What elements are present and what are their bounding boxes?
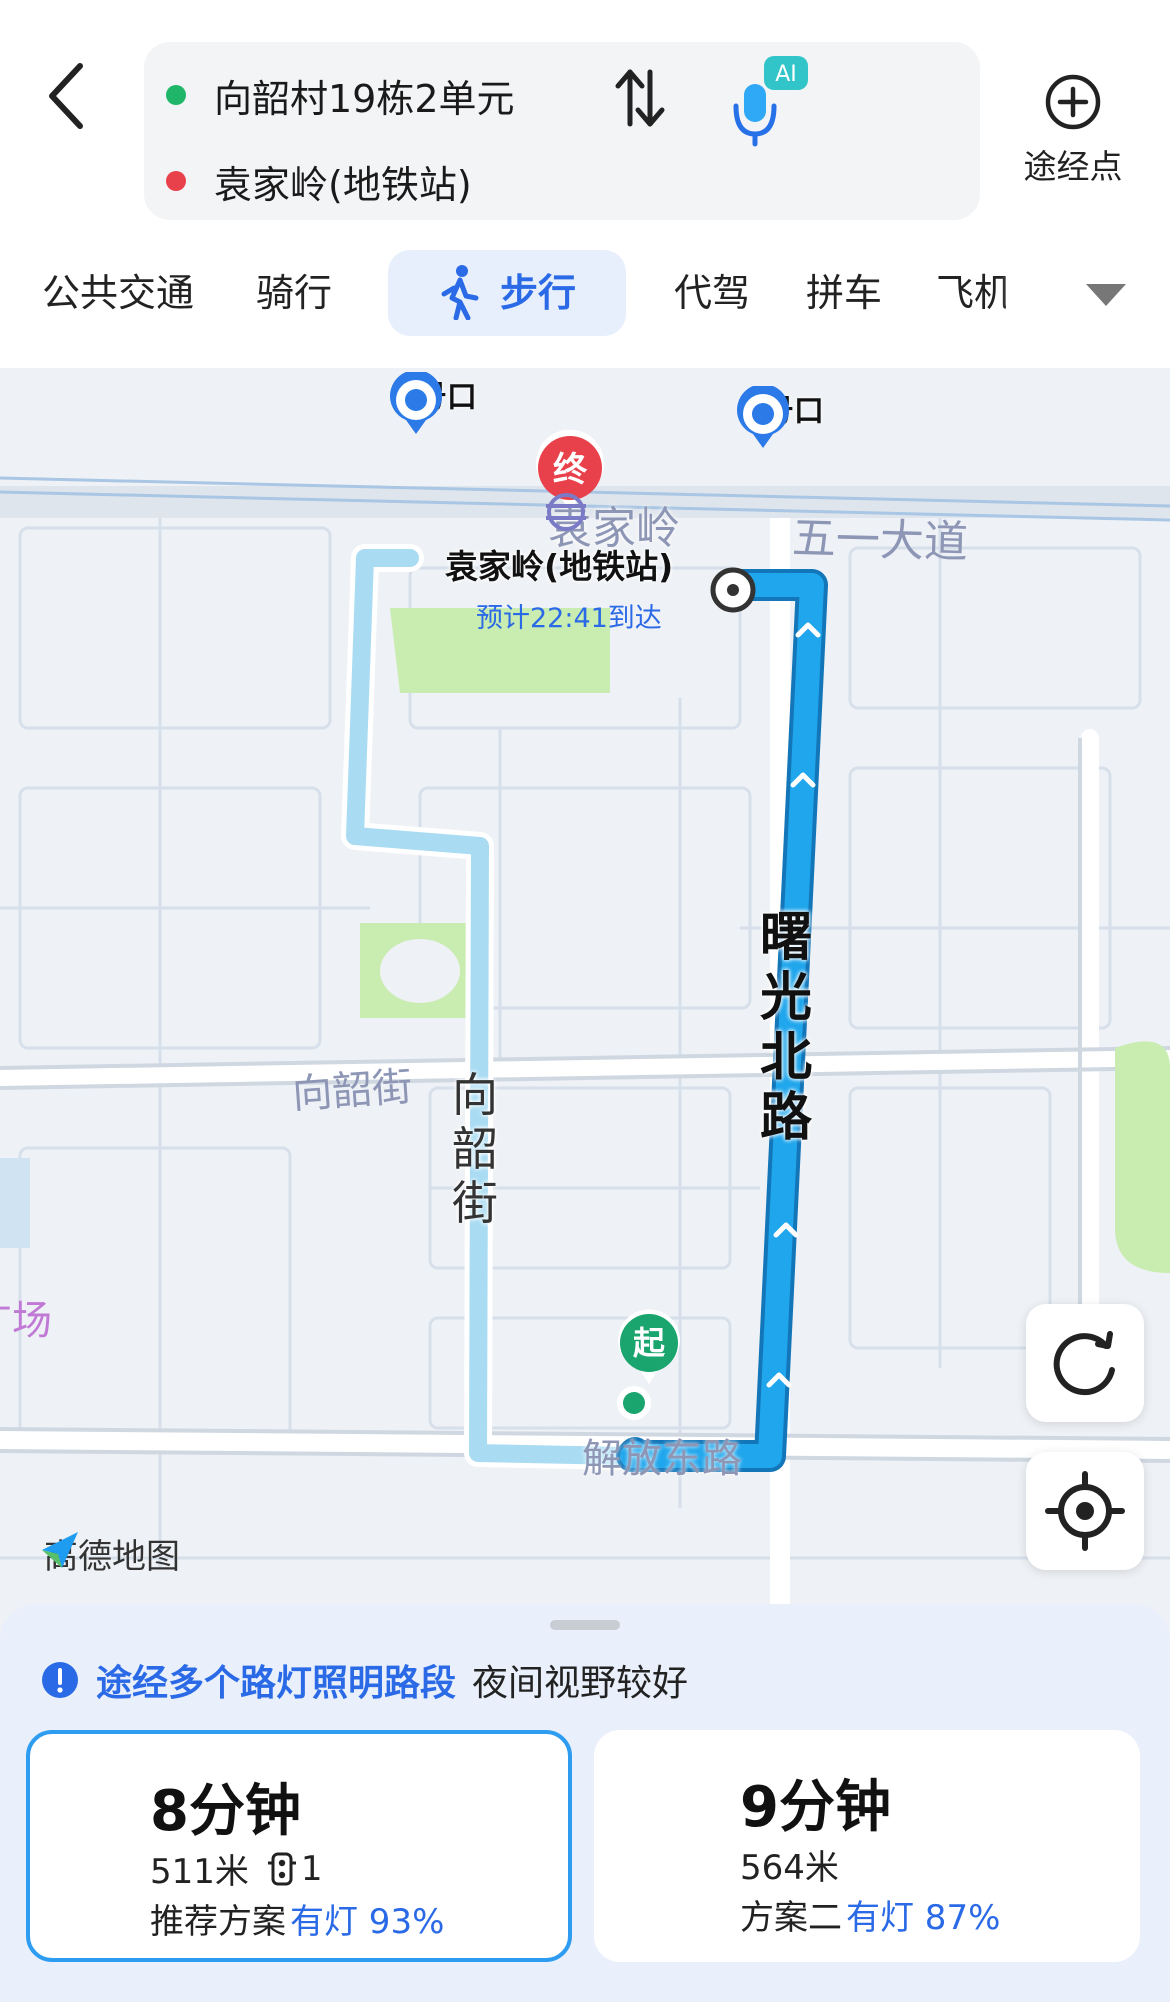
tab-fade [1000, 250, 1050, 336]
travel-mode-tabs: 公共交通 骑行 步行 代驾 拼车 飞机 [0, 250, 1170, 336]
eta-label: 预计22:41到达 [476, 603, 662, 634]
road-wuyi-label: 五一大道 [791, 512, 969, 569]
swap-vertical-icon [615, 69, 665, 127]
end-marker-text: 终 [553, 450, 587, 490]
destination-text: 袁家岭(地铁站) [214, 162, 472, 207]
traffic-light-icon [267, 1852, 296, 1885]
destination-dot [166, 171, 186, 191]
refresh-icon [1053, 1331, 1115, 1396]
crosshair-icon [1045, 1471, 1125, 1551]
address-box: 向韶村19栋2单元 袁家岭(地铁站) [144, 42, 980, 220]
origin-field[interactable]: 向韶村19栋2单元 [166, 60, 515, 130]
exit-4-marker[interactable]: 4号口 [388, 372, 477, 434]
route-2-plan: 方案二 有灯 87% [740, 1898, 1001, 1938]
tab-carpool[interactable]: 拼车 [806, 250, 882, 336]
ai-badge: AI [775, 62, 797, 87]
waypoint-label: 途经点 [1023, 147, 1123, 186]
poi-partial-label: 广场 [0, 1298, 52, 1344]
route-2-time: 9分钟 [740, 1775, 891, 1840]
route-1-details: 511米 1 [150, 1848, 323, 1893]
back-button[interactable] [40, 56, 100, 136]
walking-icon [441, 264, 479, 320]
route-option-1[interactable]: 8分钟 511米 1 推荐方案 有灯 93% [26, 1730, 572, 1962]
road-xiangshao-h-label: 向韶街 [290, 1063, 414, 1119]
route-2-lamp: 有灯 87% [846, 1898, 1001, 1938]
plus-circle-icon [1045, 74, 1101, 130]
route-1-plan: 推荐方案 有灯 93% [150, 1902, 445, 1942]
route-header: 向韶村19栋2单元 袁家岭(地铁站) AI 途经点 公共交通 骑行 步行 代驾 … [0, 0, 1170, 368]
amap-logo: 高德地图 [38, 1528, 180, 1578]
route-option-2[interactable]: 9分钟 564米 方案二 有灯 87% [594, 1730, 1140, 1962]
map-pin-icon [737, 386, 789, 448]
destination-field[interactable]: 袁家岭(地铁站) [166, 146, 472, 216]
exit-3-marker[interactable]: 3号口 [735, 386, 824, 448]
info-icon [42, 1662, 78, 1698]
tab-cycling[interactable]: 骑行 [256, 250, 332, 336]
microphone-icon: AI [733, 56, 808, 147]
locate-button[interactable] [1026, 1452, 1144, 1570]
route-1-lights: 1 [300, 1848, 323, 1889]
voice-ai-button[interactable]: AI [720, 48, 820, 148]
route-1-lamp: 有灯 93% [290, 1902, 445, 1942]
tab-walking[interactable]: 步行 [388, 250, 626, 336]
refresh-button[interactable] [1026, 1304, 1144, 1422]
amap-logo-icon [42, 1532, 78, 1568]
destination-map-label: 袁家岭(地铁站) [445, 547, 674, 586]
chevron-left-icon [49, 63, 83, 129]
map-pin-icon [390, 372, 442, 434]
road-shuguang-label: 曙光北路 [760, 908, 813, 1148]
road-xiangshao-v-label: 向韶街 [452, 1068, 498, 1230]
more-modes-button[interactable] [1084, 276, 1128, 312]
metro-icon [546, 493, 586, 531]
tip-highlight: 途经多个路灯照明路段 [96, 1663, 457, 1704]
route-tip: 途经多个路灯照明路段 夜间视野较好 [40, 1650, 688, 1710]
tab-transit[interactable]: 公共交通 [42, 250, 194, 336]
route-options-panel: 途经多个路灯照明路段 夜间视野较好 8分钟 511米 1 推荐方案 有灯 93% … [0, 1604, 1170, 2002]
route-1-time: 8分钟 [150, 1779, 301, 1844]
drag-handle[interactable] [550, 1620, 620, 1630]
swap-button[interactable] [610, 58, 670, 138]
route-map[interactable]: 4号口 3号口 终 袁家岭 五一大道 袁家岭(地铁站) 预计22:41到达 曙光… [0, 368, 1170, 1638]
tab-designated-driver[interactable]: 代驾 [674, 250, 750, 336]
road-jiefang-label: 解放东路 [582, 1436, 742, 1482]
start-marker-text: 起 [632, 1324, 665, 1362]
origin-text: 向韶村19栋2单元 [214, 76, 515, 121]
origin-dot [166, 85, 186, 105]
triangle-down-icon [1086, 284, 1126, 306]
route-2-details: 564米 [740, 1848, 839, 1888]
add-waypoint-button[interactable]: 途经点 [1008, 72, 1138, 192]
tip-text: 夜间视野较好 [472, 1663, 689, 1704]
tab-flight[interactable]: 飞机 [936, 250, 1006, 336]
tab-walking-label: 步行 [499, 271, 576, 315]
